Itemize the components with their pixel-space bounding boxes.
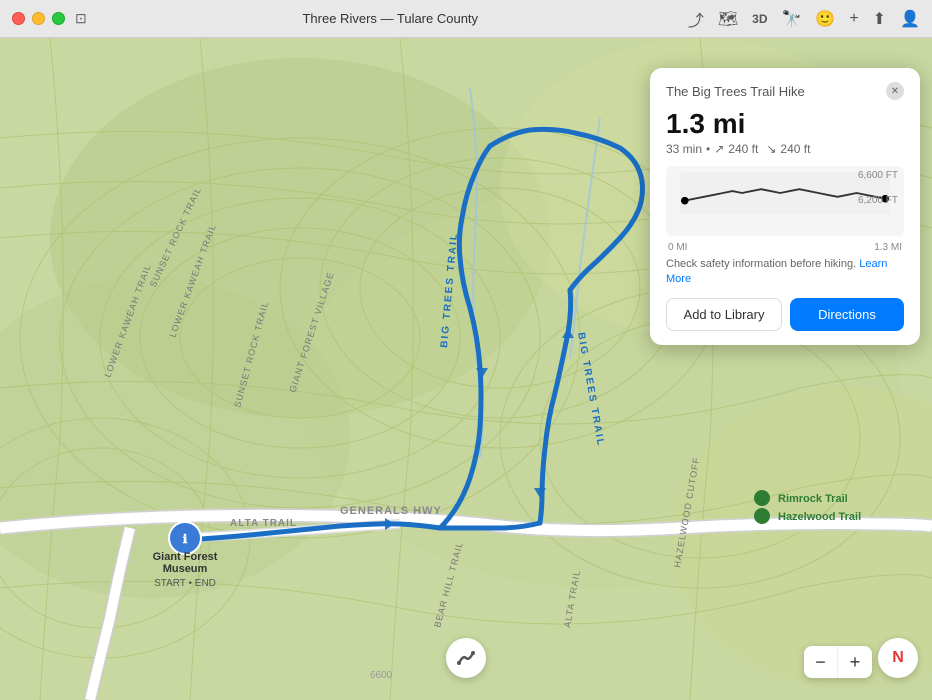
trail-stats: 33 min • ↗ 240 ft ↘ 240 ft bbox=[666, 142, 904, 156]
svg-text:6600: 6600 bbox=[370, 670, 393, 681]
map-container[interactable]: GENERALS HWY ALTA TRAIL bbox=[0, 38, 932, 700]
add-to-library-button[interactable]: Add to Library bbox=[666, 298, 782, 331]
separator1: • bbox=[706, 142, 710, 156]
minimize-button[interactable] bbox=[32, 12, 45, 25]
smiley-icon[interactable]: 🙂 bbox=[815, 9, 835, 29]
safety-info: Check safety information before hiking. … bbox=[666, 257, 904, 288]
svg-text:ℹ: ℹ bbox=[183, 532, 188, 546]
elevation-labels: 6,600 FT 6,200 FT bbox=[858, 170, 898, 206]
svg-text:GENERALS HWY: GENERALS HWY bbox=[340, 505, 442, 517]
svg-text:Museum: Museum bbox=[163, 563, 208, 575]
panel-title: The Big Trees Trail Hike bbox=[666, 84, 805, 99]
compass-button[interactable]: N bbox=[878, 638, 918, 678]
distance-end-label: 1.3 MI bbox=[874, 242, 902, 253]
down-arrow-icon: ↘ bbox=[766, 142, 776, 156]
compass-label: N bbox=[892, 649, 904, 667]
map-icon[interactable]: 🗺 bbox=[718, 9, 738, 29]
svg-text:Giant Forest: Giant Forest bbox=[153, 551, 218, 563]
zoom-out-button[interactable]: − bbox=[804, 646, 838, 678]
elevation-chart: 6,600 FT 6,200 FT bbox=[666, 166, 904, 236]
traffic-lights bbox=[12, 12, 65, 25]
up-arrow-icon: ↗ bbox=[714, 142, 724, 156]
toolbar: ⤴ 🗺 3D 🔭 🙂 + ⬆ 👤 bbox=[688, 7, 920, 31]
location-icon[interactable]: ⤴ bbox=[688, 7, 704, 31]
elevation-high: 6,600 FT bbox=[858, 170, 898, 181]
route-icon[interactable] bbox=[446, 638, 486, 678]
3d-icon[interactable]: 3D bbox=[752, 12, 767, 26]
svg-text:Hazelwood Trail: Hazelwood Trail bbox=[778, 511, 861, 523]
svg-text:ALTA TRAIL: ALTA TRAIL bbox=[230, 518, 297, 529]
elevation-up: 240 ft bbox=[728, 142, 758, 156]
close-button[interactable] bbox=[12, 12, 25, 25]
panel-buttons: Add to Library Directions bbox=[666, 298, 904, 331]
zoom-in-button[interactable]: + bbox=[838, 646, 872, 678]
directions-button[interactable]: Directions bbox=[790, 298, 904, 331]
window-title: Three Rivers — Tulare County bbox=[93, 11, 688, 26]
elevation-down: 240 ft bbox=[780, 142, 810, 156]
share-icon[interactable]: ⬆ bbox=[873, 9, 886, 29]
distance-value: 1.3 mi bbox=[666, 108, 904, 140]
panel-header: The Big Trees Trail Hike ✕ bbox=[666, 82, 904, 100]
elevation-low: 6,200 FT bbox=[858, 195, 898, 206]
close-panel-button[interactable]: ✕ bbox=[886, 82, 904, 100]
add-icon[interactable]: + bbox=[849, 10, 858, 28]
safety-text: Check safety information before hiking. bbox=[666, 258, 856, 270]
elevation-bottom-labels: 0 MI 1.3 MI bbox=[666, 242, 904, 253]
window-icon: ⊡ bbox=[75, 10, 87, 27]
svg-text:Rimrock Trail: Rimrock Trail bbox=[778, 493, 848, 505]
account-icon[interactable]: 👤 bbox=[900, 9, 920, 29]
maximize-button[interactable] bbox=[52, 12, 65, 25]
binoculars-icon[interactable]: 🔭 bbox=[781, 9, 801, 29]
distance-start-label: 0 MI bbox=[668, 242, 687, 253]
svg-text:START • END: START • END bbox=[154, 578, 216, 589]
info-panel: The Big Trees Trail Hike ✕ 1.3 mi 33 min… bbox=[650, 68, 920, 345]
titlebar: ⊡ Three Rivers — Tulare County ⤴ 🗺 3D 🔭 … bbox=[0, 0, 932, 38]
zoom-controls: − + bbox=[804, 646, 872, 678]
duration: 33 min bbox=[666, 142, 702, 156]
